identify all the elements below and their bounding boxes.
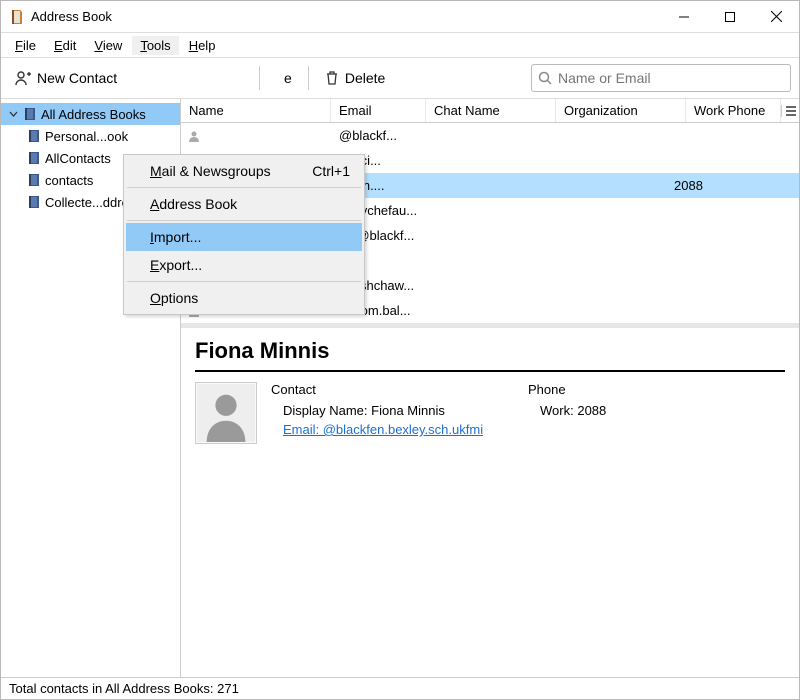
menu-item[interactable]: Import... [126, 223, 362, 251]
menu-item-label: Export... [150, 257, 202, 273]
menu-help[interactable]: Help [181, 36, 224, 55]
menu-separator [127, 220, 361, 221]
new-contact-icon [15, 70, 31, 86]
column-picker-button[interactable] [781, 105, 799, 117]
column-header-work[interactable]: Work Phone [686, 99, 781, 122]
menu-item[interactable]: Options [126, 284, 362, 312]
email-line[interactable]: Email: @blackfen.bexley.sch.ukfmi [271, 422, 528, 437]
column-header-name[interactable]: Name [181, 99, 331, 122]
title-bar: Address Book [1, 1, 799, 33]
menu-item-label: Options [150, 290, 198, 306]
sidebar-item-label: All Address Books [41, 107, 146, 122]
chevron-down-icon [7, 110, 19, 119]
column-header-chat[interactable]: Chat Name [426, 99, 556, 122]
column-headers: Name Email Chat Name Organization Work P… [181, 99, 799, 123]
menu-item-label: Mail & Newsgroups [150, 163, 271, 179]
book-icon [27, 129, 41, 143]
menu-view[interactable]: View [86, 36, 130, 55]
detail-contact-section: Contact Display Name: Fiona Minnis Email… [271, 382, 528, 444]
cell-work: 2088 [674, 178, 799, 193]
work-phone-line: Work: 2088 [528, 403, 785, 418]
close-button[interactable] [753, 2, 799, 32]
sidebar-item-label: contacts [45, 173, 93, 188]
new-contact-label: New Contact [37, 70, 117, 86]
menu-separator [127, 187, 361, 188]
menu-item-label: Import... [150, 229, 201, 245]
column-header-org[interactable]: Organization [556, 99, 686, 122]
sidebar-item[interactable]: Personal...ook [1, 125, 180, 147]
menu-item[interactable]: Export... [126, 251, 362, 279]
contact-section-label: Contact [271, 382, 528, 397]
book-icon [27, 195, 41, 209]
menu-item-label: Address Book [150, 196, 237, 212]
menu-edit[interactable]: Edit [46, 36, 84, 55]
tools-menu-dropdown: Mail & Newsgroups Ctrl+1 Address Book Impor… [123, 154, 365, 315]
app-icon [9, 9, 25, 25]
menu-file[interactable]: File [7, 36, 44, 55]
toolbar-separator [308, 66, 309, 90]
search-icon [538, 71, 552, 85]
menu-item[interactable]: Address Book [126, 190, 362, 218]
book-icon [27, 173, 41, 187]
status-bar: Total contacts in All Address Books: 271 [1, 677, 799, 699]
new-contact-button[interactable]: New Contact [9, 67, 123, 89]
toolbar-separator [259, 66, 260, 90]
person-icon [187, 129, 207, 143]
detail-contact-name: Fiona Minnis [195, 338, 785, 372]
phone-section-label: Phone [528, 382, 785, 397]
search-box[interactable] [531, 64, 791, 92]
cell-email: @blackf... [339, 128, 434, 143]
table-row[interactable]: @blackf... [181, 123, 799, 148]
trash-icon [325, 71, 339, 85]
menu-separator [127, 281, 361, 282]
status-text: Total contacts in All Address Books: 271 [9, 681, 239, 696]
detail-pane: Fiona Minnis Contact Display Name: Fiona… [181, 323, 799, 677]
menu-bar: FileEditViewToolsHelp [1, 33, 799, 57]
column-header-email[interactable]: Email [331, 99, 426, 122]
menu-tools[interactable]: Tools [132, 36, 178, 55]
window-controls [661, 2, 799, 32]
sidebar-item[interactable]: All Address Books [1, 103, 180, 125]
display-name-line: Display Name: Fiona Minnis [271, 403, 528, 418]
book-icon [27, 151, 41, 165]
delete-label: Delete [345, 70, 385, 86]
book-icon [23, 107, 37, 121]
minimize-button[interactable] [661, 2, 707, 32]
sidebar-item-label: AllContacts [45, 151, 111, 166]
menu-item[interactable]: Mail & Newsgroups Ctrl+1 [126, 157, 362, 185]
window-title: Address Book [31, 9, 661, 24]
write-label: e [284, 70, 292, 86]
toolbar: New Contact New List e Delete [1, 57, 799, 99]
write-button[interactable]: e [270, 67, 298, 89]
search-input[interactable] [558, 70, 784, 86]
menu-item-shortcut: Ctrl+1 [312, 163, 350, 179]
detail-phone-section: Phone Work: 2088 [528, 382, 785, 444]
main-area: All Address Books Personal...ook AllContac… [1, 99, 799, 677]
maximize-button[interactable] [707, 2, 753, 32]
sidebar-item-label: Personal...ook [45, 129, 128, 144]
delete-button[interactable]: Delete [319, 67, 391, 89]
avatar [195, 382, 257, 444]
